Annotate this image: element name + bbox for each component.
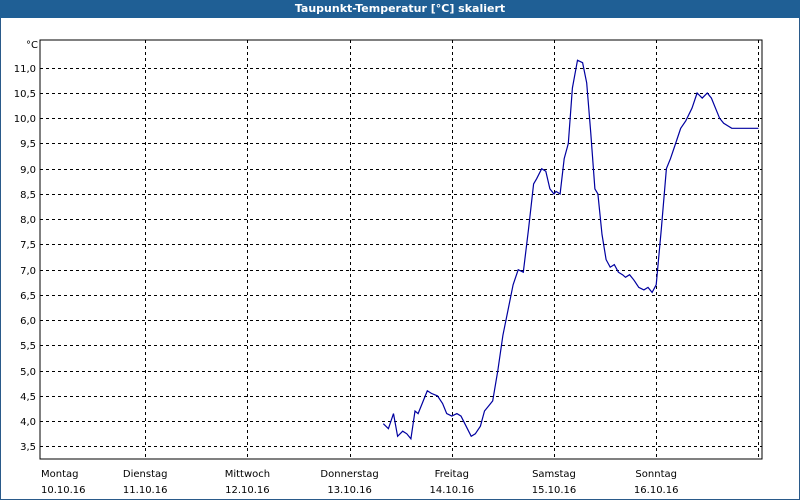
y-tick-label: 4,5	[20, 392, 36, 403]
x-tick-date-label: 13.10.16	[327, 485, 372, 496]
series-group	[382, 59, 759, 441]
y-tick-label: 9,5	[20, 139, 36, 150]
x-tick-date-label: 10.10.16	[41, 485, 86, 496]
y-axis-ticks: 3,5 4,0 4,5 5,0 5,5 6,0 6,5 7,0 7,5 8,0 8,5 9,0 9,5 1…	[14, 64, 36, 453]
line-chart: 3,5 4,0 4,5 5,0 5,5 6,0 6,5 7,0 7,5 8,0 8,5 9,0 9,5 1…	[14, 39, 763, 496]
y-tick-label: 10,0	[14, 114, 36, 125]
x-tick-day-label: Montag	[41, 469, 78, 480]
x-tick-day-label: Donnerstag	[320, 469, 378, 480]
y-tick-label: 6,5	[20, 291, 36, 302]
y-tick-label: 7,0	[20, 266, 36, 277]
y-tick-label: 3,5	[20, 442, 36, 453]
y-tick-label: 5,5	[20, 341, 36, 352]
y-tick-label: 8,5	[20, 190, 36, 201]
x-tick-day-label: Freitag	[435, 469, 469, 480]
x-tick-date-label: 14.10.16	[430, 485, 475, 496]
y-axis-unit-label: °C	[26, 40, 38, 51]
x-axis-ticks: Montag 10.10.16 Dienstag 11.10.16 Mittwoch 12…	[41, 469, 678, 496]
y-tick-label: 9,0	[20, 165, 36, 176]
y-tick-label: 4,0	[20, 417, 36, 428]
x-tick-date-label: 16.10.16	[634, 485, 679, 496]
y-tick-label: 6,0	[20, 316, 36, 327]
y-tick-label: 11,0	[14, 64, 36, 75]
x-tick-day-label: Mittwoch	[225, 469, 270, 480]
x-tick-date-label: 11.10.16	[123, 485, 168, 496]
x-tick-day-label: Sonntag	[635, 469, 677, 480]
grid-lines	[40, 40, 762, 459]
y-tick-label: 8,0	[20, 215, 36, 226]
series-line	[382, 59, 759, 441]
x-tick-date-label: 15.10.16	[532, 485, 577, 496]
y-tick-label: 10,5	[14, 89, 36, 100]
x-tick-date-label: 12.10.16	[225, 485, 270, 496]
x-tick-day-label: Samstag	[532, 469, 576, 480]
y-tick-label: 5,0	[20, 367, 36, 378]
y-tick-label: 7,5	[20, 240, 36, 251]
x-tick-day-label: Dienstag	[123, 469, 168, 480]
